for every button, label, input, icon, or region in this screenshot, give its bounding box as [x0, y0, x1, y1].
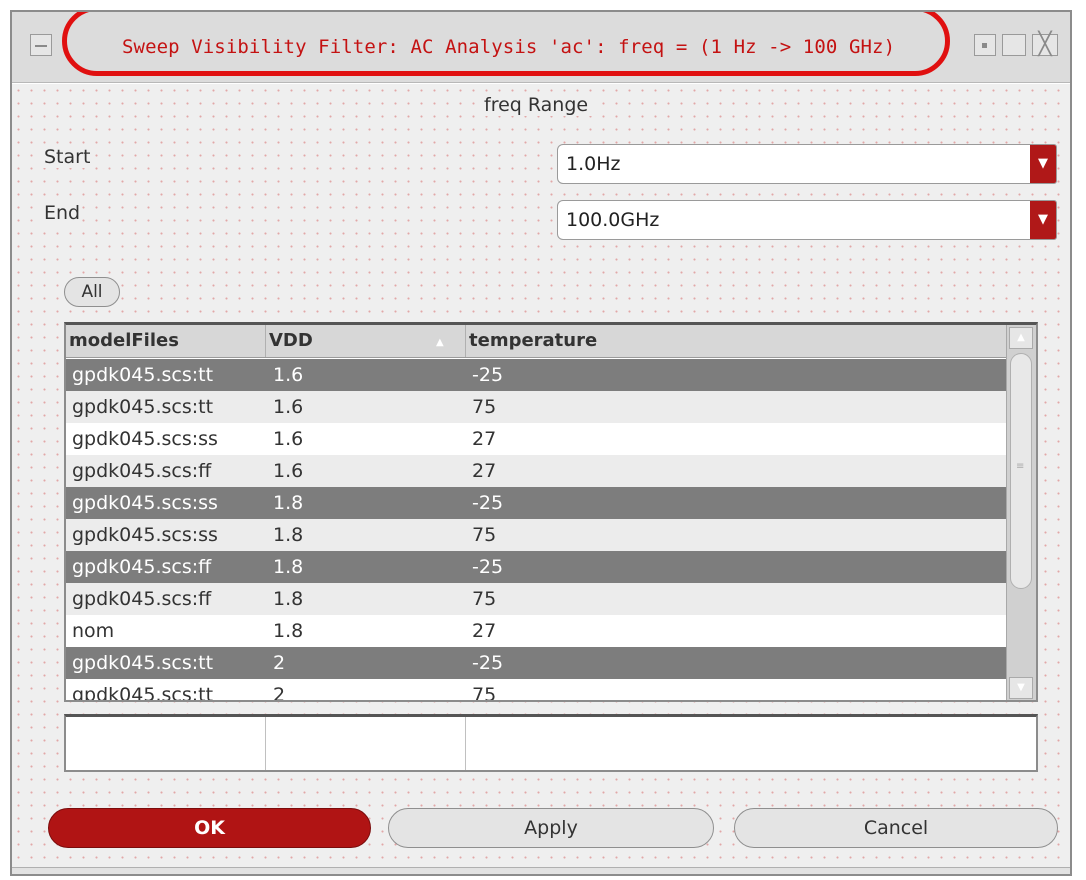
cell-modelfiles: gpdk045.scs:tt [72, 396, 214, 418]
table-row[interactable]: gpdk045.scs:ff 1.6 27 [66, 455, 1006, 487]
ok-button[interactable]: OK [48, 808, 371, 848]
sweep-visibility-filter-dialog: Sweep Visibility Filter: AC Analysis 'ac… [10, 10, 1072, 876]
cell-vdd: 1.8 [273, 556, 304, 578]
window-menu-button[interactable] [30, 34, 52, 56]
title-highlight-annotation [62, 12, 950, 76]
start-label: Start [42, 146, 93, 168]
close-button[interactable]: ╳ [1032, 34, 1058, 56]
cell-temperature: -25 [472, 652, 504, 674]
table-row[interactable]: gpdk045.scs:tt 2 -25 [66, 647, 1006, 679]
column-header-vdd-label: VDD [269, 330, 313, 351]
dialog-body: freq Range Start 1.0Hz ▼ End 100.0GHz ▼ … [12, 84, 1070, 874]
cell-vdd: 1.6 [273, 460, 304, 482]
cell-temperature: -25 [472, 556, 504, 578]
cell-vdd: 1.8 [273, 588, 304, 610]
cell-modelfiles: gpdk045.scs:tt [72, 364, 214, 386]
cell-vdd: 1.6 [273, 396, 304, 418]
table-row[interactable]: gpdk045.scs:ff 1.8 -25 [66, 551, 1006, 583]
filter-cell-modelfiles[interactable] [66, 717, 266, 770]
cell-temperature: -25 [472, 364, 504, 386]
cell-modelfiles: gpdk045.scs:ff [72, 556, 212, 578]
grip-icon: ≡ [1016, 461, 1025, 472]
apply-button[interactable]: Apply [388, 808, 714, 848]
table-row[interactable]: gpdk045.scs:ff 1.8 75 [66, 583, 1006, 615]
table-row[interactable]: gpdk045.scs:tt 1.6 -25 [66, 359, 1006, 391]
cell-temperature: 75 [472, 524, 497, 546]
table-row[interactable]: gpdk045.scs:tt 2 75 [66, 679, 1006, 702]
cell-vdd: 2 [273, 684, 286, 702]
table-row[interactable]: nom 1.8 27 [66, 615, 1006, 647]
cell-vdd: 1.8 [273, 524, 304, 546]
sweep-points-table: modelFiles VDD ▲ temperature gpdk045.scs… [64, 322, 1038, 702]
cell-temperature: 75 [472, 588, 497, 610]
cell-temperature: 27 [472, 460, 497, 482]
table-header: modelFiles VDD ▲ temperature [66, 325, 1006, 358]
filter-cell-temperature[interactable] [466, 717, 1036, 770]
scrollbar-thumb[interactable]: ≡ [1010, 353, 1032, 589]
table-row[interactable]: gpdk045.scs:ss 1.8 75 [66, 519, 1006, 551]
vertical-scrollbar[interactable]: ▲ ≡ ▼ [1006, 325, 1036, 700]
scroll-up-button[interactable]: ▲ [1009, 327, 1033, 349]
cell-vdd: 1.8 [273, 492, 304, 514]
maximize-button[interactable] [1002, 34, 1026, 56]
start-value: 1.0Hz [566, 153, 621, 175]
close-icon: ╳ [1038, 32, 1052, 57]
end-combobox[interactable]: 100.0GHz ▼ [557, 200, 1057, 240]
cell-modelfiles: gpdk045.scs:ss [72, 492, 218, 514]
column-header-temperature[interactable]: temperature [466, 325, 1006, 357]
end-label: End [42, 202, 83, 224]
cell-modelfiles: gpdk045.scs:ff [72, 588, 212, 610]
table-row[interactable]: gpdk045.scs:ss 1.8 -25 [66, 487, 1006, 519]
chevron-down-icon[interactable]: ▼ [1030, 201, 1056, 239]
cell-temperature: 75 [472, 396, 497, 418]
all-button[interactable]: All [64, 277, 120, 307]
cell-modelfiles: gpdk045.scs:ss [72, 524, 218, 546]
column-filter-row [64, 714, 1038, 772]
window-bottom-edge [12, 867, 1070, 874]
column-header-modelfiles[interactable]: modelFiles [66, 325, 266, 357]
cell-vdd: 1.6 [273, 364, 304, 386]
cell-temperature: 27 [472, 620, 497, 642]
cell-temperature: 27 [472, 428, 497, 450]
end-value: 100.0GHz [566, 209, 660, 231]
cell-temperature: -25 [472, 492, 504, 514]
filter-cell-vdd[interactable] [266, 717, 466, 770]
title-bar[interactable]: Sweep Visibility Filter: AC Analysis 'ac… [12, 12, 1070, 83]
start-combobox[interactable]: 1.0Hz ▼ [557, 144, 1057, 184]
cell-modelfiles: gpdk045.scs:tt [72, 652, 214, 674]
sort-ascending-icon: ▲ [436, 337, 444, 348]
cell-vdd: 1.6 [273, 428, 304, 450]
minimize-button[interactable] [974, 34, 996, 56]
cell-modelfiles: gpdk045.scs:ss [72, 428, 218, 450]
cell-modelfiles: gpdk045.scs:tt [72, 684, 214, 702]
cell-temperature: 75 [472, 684, 497, 702]
chevron-down-icon[interactable]: ▼ [1030, 145, 1056, 183]
cell-vdd: 2 [273, 652, 286, 674]
scroll-down-button[interactable]: ▼ [1009, 677, 1033, 699]
table-row[interactable]: gpdk045.scs:tt 1.6 75 [66, 391, 1006, 423]
cell-modelfiles: gpdk045.scs:ff [72, 460, 212, 482]
cancel-button[interactable]: Cancel [734, 808, 1058, 848]
cell-modelfiles: nom [72, 620, 115, 642]
range-heading: freq Range [480, 94, 593, 116]
table-row[interactable]: gpdk045.scs:ss 1.6 27 [66, 423, 1006, 455]
cell-vdd: 1.8 [273, 620, 304, 642]
